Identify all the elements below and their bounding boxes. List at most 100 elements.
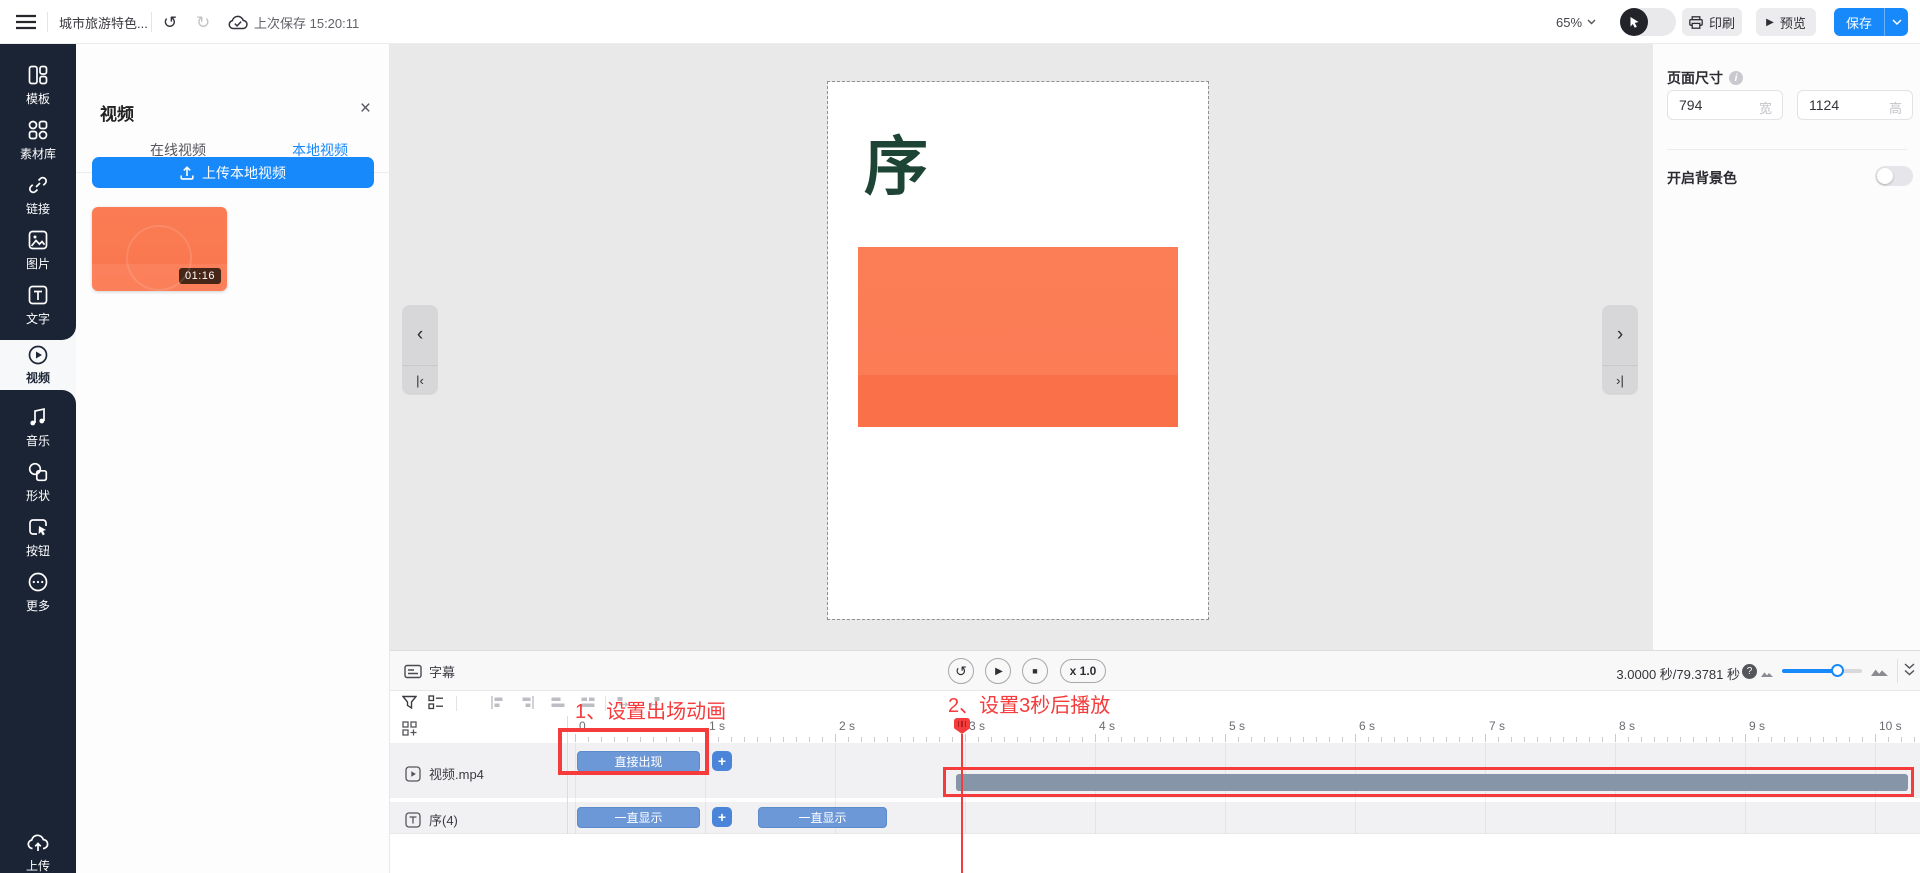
- filter-animations-icon[interactable]: [402, 695, 417, 715]
- add-animation-button-video[interactable]: +: [712, 751, 732, 771]
- text-track-icon: [405, 812, 421, 828]
- timeline-zoom-out-icon[interactable]: [1760, 665, 1774, 683]
- track-label-text[interactable]: 序(4): [405, 810, 458, 829]
- page-height-input[interactable]: [1809, 91, 1879, 119]
- timeline-zoom-slider-knob[interactable]: [1831, 664, 1844, 677]
- sidebar-item-link[interactable]: 链接: [0, 168, 76, 223]
- restart-button[interactable]: ↺: [948, 658, 974, 684]
- touch-mode-toggle[interactable]: [1620, 8, 1676, 36]
- page-height-field: 高: [1797, 90, 1913, 120]
- sidebar-item-video-active[interactable]: 视频: [0, 340, 76, 390]
- page-width-input[interactable]: [1679, 91, 1749, 119]
- collapse-timeline-icon[interactable]: [1903, 662, 1916, 682]
- link-icon: [27, 174, 49, 196]
- design-page[interactable]: 序: [828, 82, 1208, 619]
- annotation-text-2: 2、设置3秒后播放: [948, 689, 1110, 718]
- label-column-divider: [567, 716, 568, 834]
- ruler-label: 10 s: [1879, 719, 1902, 733]
- topbar: 城市旅游特色... ↺ ↻ 上次保存 15:20:11 65% 印刷 ▶ 预览 …: [0, 0, 1920, 44]
- image-icon: [27, 229, 49, 251]
- track-list-icon[interactable]: [428, 695, 444, 715]
- background-color-toggle[interactable]: [1875, 166, 1913, 186]
- upload-cloud-icon: [27, 833, 49, 853]
- button-cursor-icon: [27, 516, 49, 538]
- text-animation-block-1[interactable]: 一直显示: [577, 807, 700, 828]
- upload-local-video-button[interactable]: 上传本地视频: [92, 157, 374, 188]
- playback-bar: 字幕 ↺ ▶ ■ x 1.0 3.0000 秒/79.3781 秒 ?: [390, 651, 1920, 691]
- print-button[interactable]: 印刷: [1682, 8, 1742, 36]
- save-button[interactable]: 保存: [1834, 8, 1884, 36]
- ruler-label: 9 s: [1749, 719, 1765, 733]
- inspector-divider: [1667, 149, 1907, 150]
- text-animation-block-2[interactable]: 一直显示: [758, 807, 887, 828]
- timeline-zoom-in-icon[interactable]: [1870, 662, 1889, 682]
- ruler-label: 6 s: [1359, 719, 1375, 733]
- ruler-label: 7 s: [1489, 719, 1505, 733]
- video-animation-block[interactable]: 直接出现: [577, 751, 700, 772]
- playhead-line: [961, 734, 963, 873]
- align-end-icon[interactable]: [520, 695, 535, 715]
- background-color-toggle-label: 开启背景色: [1667, 168, 1737, 188]
- sidebar-item-assets[interactable]: 素材库: [0, 113, 76, 168]
- save-dropdown-caret[interactable]: [1884, 8, 1908, 36]
- sidebar-item-templates[interactable]: 模板: [0, 58, 76, 113]
- video-clip-bar[interactable]: [956, 774, 1908, 791]
- panel-title: 视频: [100, 100, 134, 125]
- touch-hand-icon: [1620, 8, 1648, 36]
- hamburger-menu-icon[interactable]: [16, 0, 36, 44]
- more-icon: [27, 571, 49, 593]
- sidebar-item-text[interactable]: 文字: [0, 278, 76, 333]
- time-display: 3.0000 秒/79.3781 秒: [1520, 664, 1740, 683]
- canvas-area: 序 ‹ |‹ › ›|: [390, 44, 1652, 650]
- sidebar-item-upload[interactable]: 上传: [0, 826, 76, 873]
- video-track-icon: [405, 766, 421, 782]
- page-video-placeholder[interactable]: [858, 247, 1178, 427]
- playback-speed-button[interactable]: x 1.0: [1060, 659, 1106, 683]
- playbar-divider: [1897, 659, 1898, 683]
- panel-close-icon[interactable]: ×: [360, 98, 371, 120]
- ruler-label: 3 s: [969, 719, 985, 733]
- info-icon[interactable]: i: [1729, 71, 1743, 85]
- document-title[interactable]: 城市旅游特色...: [59, 13, 148, 32]
- align-start-icon[interactable]: [490, 695, 505, 715]
- subtitle-chip[interactable]: 字幕: [404, 662, 455, 681]
- subtitle-icon: [404, 664, 422, 679]
- redo-icon[interactable]: ↻: [196, 14, 210, 31]
- topbar-divider: [47, 12, 48, 32]
- add-animation-button-text[interactable]: +: [712, 807, 732, 827]
- sidebar-top-group: 模板 素材库 链接 图片 文字: [0, 44, 76, 340]
- toggle-knob: [1877, 168, 1893, 184]
- undo-icon[interactable]: ↺: [163, 14, 177, 31]
- stop-button[interactable]: ■: [1022, 658, 1048, 684]
- template-icon: [27, 64, 49, 86]
- video-thumbnail[interactable]: 01:16: [92, 207, 227, 291]
- zoom-level-dropdown[interactable]: 65%: [1556, 0, 1596, 44]
- track-rows: 视频.mp4 直接出现 + 序(4) 一直显示 + 一直显示: [390, 743, 1920, 834]
- play-icon: ▶: [1766, 17, 1774, 28]
- sidebar-item-image[interactable]: 图片: [0, 223, 76, 278]
- sidebar-item-music[interactable]: 音乐: [0, 400, 76, 455]
- sidebar-item-shapes[interactable]: 形状: [0, 455, 76, 510]
- prev-page-button[interactable]: ‹: [402, 305, 438, 365]
- preview-button[interactable]: ▶ 预览: [1756, 8, 1816, 36]
- help-icon[interactable]: ?: [1742, 664, 1757, 679]
- sidebar-item-button[interactable]: 按钮: [0, 510, 76, 565]
- last-page-button[interactable]: ›|: [1602, 365, 1638, 395]
- height-suffix: 高: [1889, 98, 1902, 117]
- first-page-button[interactable]: |‹: [402, 365, 438, 395]
- track-label-video[interactable]: 视频.mp4: [405, 764, 484, 783]
- sidebar-item-more[interactable]: 更多: [0, 565, 76, 620]
- ruler-label: 4 s: [1099, 719, 1115, 733]
- upload-icon: [180, 166, 194, 180]
- toolbar-divider: [456, 696, 457, 711]
- topbar-divider: [151, 12, 152, 32]
- timeline-zoom-slider[interactable]: [1782, 669, 1862, 673]
- save-split-button[interactable]: 保存: [1834, 8, 1908, 36]
- page-heading-text[interactable]: 序: [864, 116, 928, 208]
- ruler-label: 5 s: [1229, 719, 1245, 733]
- timeline-panel: 字幕 ↺ ▶ ■ x 1.0 3.0000 秒/79.3781 秒 ?: [390, 650, 1920, 873]
- align-stack-icon[interactable]: [550, 695, 566, 715]
- next-page-button[interactable]: ›: [1602, 305, 1638, 365]
- add-track-icon[interactable]: [402, 721, 418, 742]
- play-button[interactable]: ▶: [985, 658, 1011, 684]
